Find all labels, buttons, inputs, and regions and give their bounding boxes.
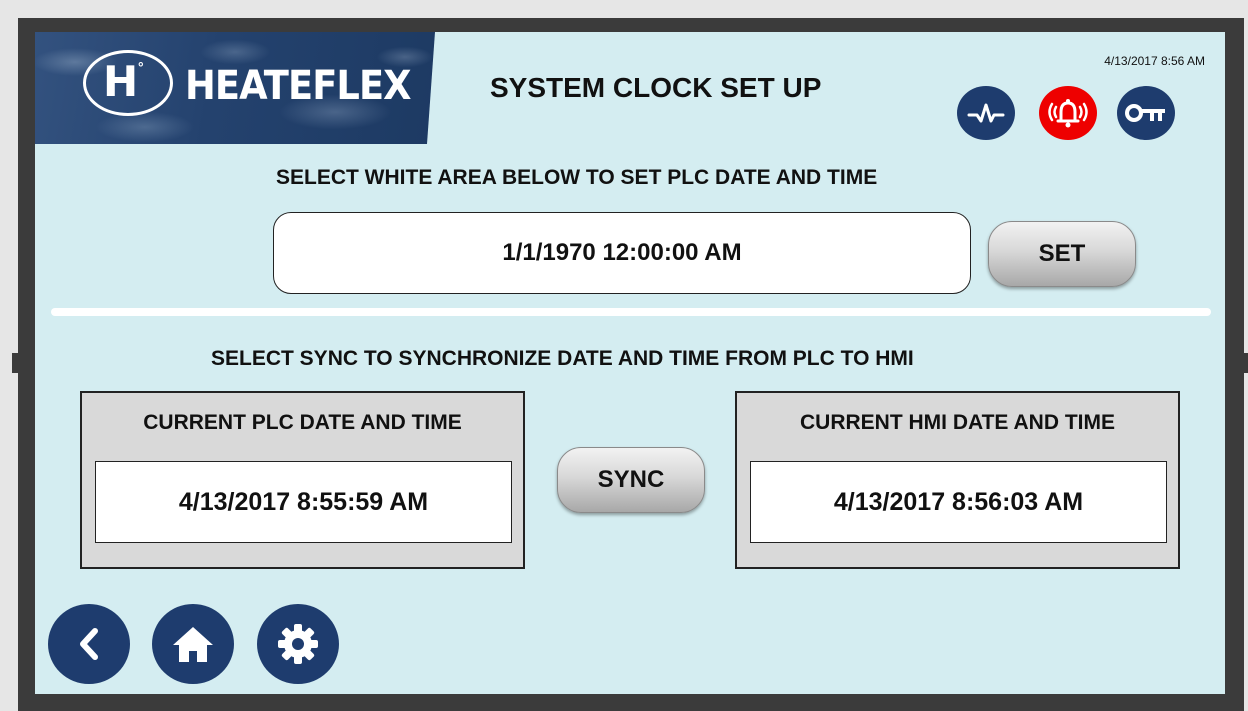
header-timestamp: 4/13/2017 8:56 AM xyxy=(1104,54,1205,68)
back-button[interactable] xyxy=(48,604,130,684)
section-divider xyxy=(51,308,1211,316)
bezel-tab-left xyxy=(12,353,18,373)
logo-mark: H xyxy=(103,57,139,106)
alarm-button[interactable] xyxy=(1039,86,1097,140)
page-title: SYSTEM CLOCK SET UP xyxy=(490,72,822,103)
sync-instruction: SELECT SYNC TO SYNCHRONIZE DATE AND TIME… xyxy=(211,347,914,370)
alarm-bell-icon xyxy=(1048,99,1088,128)
sync-button[interactable]: SYNC xyxy=(557,447,705,513)
gear-icon xyxy=(278,624,318,664)
home-icon xyxy=(173,627,213,662)
trend-button[interactable] xyxy=(957,86,1015,140)
plc-datetime-entry[interactable]: 1/1/1970 12:00:00 AM xyxy=(273,212,971,294)
brand-wordmark: HEATEFLEX xyxy=(185,63,412,109)
bezel-tab-right xyxy=(1244,353,1248,373)
settings-button[interactable] xyxy=(257,604,339,684)
hmi-datetime-display: 4/13/2017 8:56:03 AM xyxy=(750,461,1167,543)
home-button[interactable] xyxy=(152,604,234,684)
login-key-button[interactable] xyxy=(1117,86,1175,140)
back-chevron-icon xyxy=(80,628,98,660)
plc-datetime-panel: CURRENT PLC DATE AND TIME 4/13/2017 8:55… xyxy=(80,391,525,569)
hmi-datetime-panel: CURRENT HMI DATE AND TIME 4/13/2017 8:56… xyxy=(735,391,1180,569)
logo-degree-mark: ° xyxy=(138,59,144,75)
set-button[interactable]: SET xyxy=(988,221,1136,287)
key-icon xyxy=(1125,104,1165,122)
hmi-panel-title: CURRENT HMI DATE AND TIME xyxy=(800,411,1115,434)
hmi-screen: H ° HEATEFLEX SYSTEM CLOCK SET UP 4/13/2… xyxy=(35,32,1225,694)
set-instruction: SELECT WHITE AREA BELOW TO SET PLC DATE … xyxy=(276,166,878,189)
plc-datetime-display: 4/13/2017 8:55:59 AM xyxy=(95,461,512,543)
trend-pulse-icon xyxy=(967,103,1005,123)
plc-panel-title: CURRENT PLC DATE AND TIME xyxy=(143,411,462,434)
brand-banner: H ° HEATEFLEX xyxy=(35,32,435,144)
